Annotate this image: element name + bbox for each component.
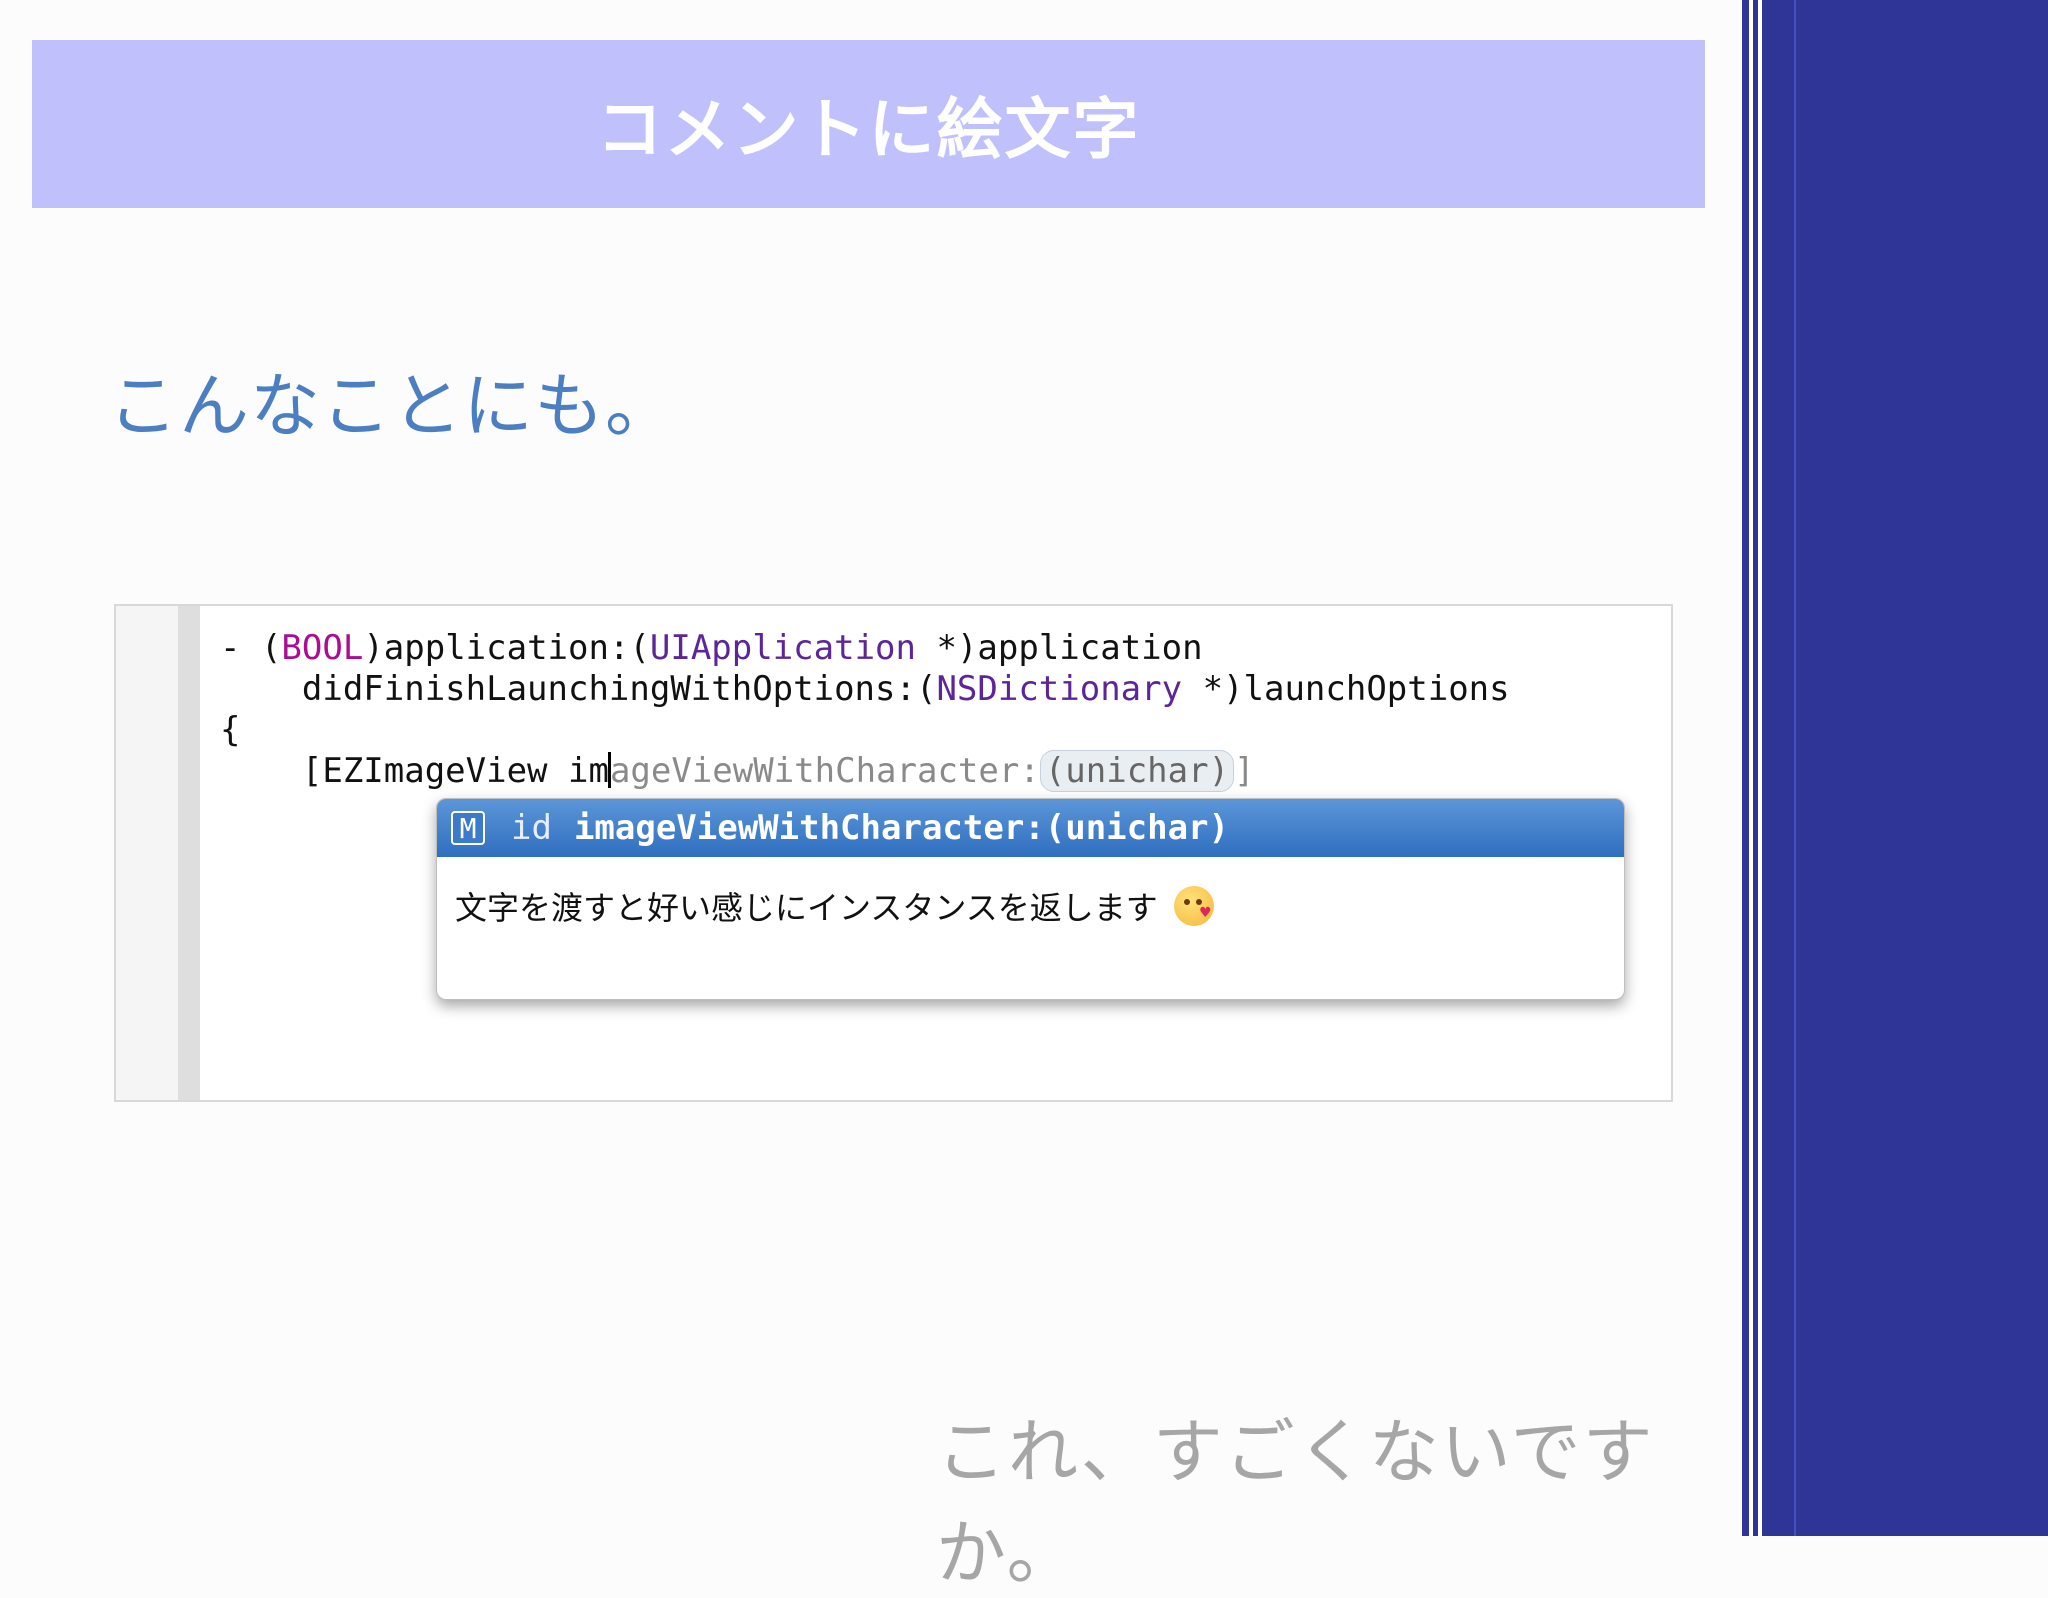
type-nsdictionary: NSDictionary bbox=[936, 669, 1183, 709]
description-text: 文字を渡すと好い感じにインスタンスを返します bbox=[455, 889, 1158, 927]
slide: コメントに絵文字 こんなことにも。 - (BOOL)application:(U… bbox=[0, 0, 1742, 1594]
code-line-4: [EZImageView imageViewWithCharacter: (uni… bbox=[220, 750, 1255, 792]
method-signature: imageViewWithCharacter:(unichar) bbox=[573, 808, 1229, 848]
sidebar-stripe bbox=[1753, 0, 1758, 1536]
code-line-1: - (BOOL)application:(UIApplication *)app… bbox=[220, 628, 1203, 668]
sidebar-band bbox=[1762, 0, 2048, 1536]
editor-gutter-ribbon bbox=[178, 606, 200, 1100]
argument-placeholder[interactable]: (unichar) bbox=[1039, 750, 1235, 792]
return-type: id bbox=[511, 808, 552, 848]
slide-subtitle: こんなことにも。 bbox=[108, 365, 676, 447]
type-uiapplication: UIApplication bbox=[649, 628, 916, 668]
autocomplete-popup: M id imageViewWithCharacter:(unichar) 文字… bbox=[436, 798, 1625, 1000]
sidebar-inner-line bbox=[1794, 0, 1796, 1536]
autocomplete-description: 文字を渡すと好い感じにインスタンスを返します ♥ bbox=[455, 883, 1214, 929]
slide-title: コメントに絵文字 bbox=[596, 91, 1141, 168]
keyword-bool: BOOL bbox=[281, 628, 364, 668]
method-icon: M bbox=[451, 811, 485, 845]
code-text[interactable]: - (BOOL)application:(UIApplication *)app… bbox=[220, 628, 1510, 792]
title-bar: コメントに絵文字 bbox=[32, 40, 1705, 208]
code-line-2: didFinishLaunchingWithOptions:(NSDiction… bbox=[220, 669, 1510, 709]
editor-gutter bbox=[116, 606, 178, 1100]
code-line-3: { bbox=[220, 710, 241, 750]
sidebar-stripe bbox=[1742, 0, 1749, 1536]
inline-completion-hint: ageViewWithCharacter: bbox=[609, 751, 1040, 791]
slide-footer: これ、すごくないですか。 bbox=[936, 1411, 1655, 1594]
autocomplete-item-selected[interactable]: M id imageViewWithCharacter:(unichar) bbox=[437, 799, 1624, 857]
face-throwing-kiss-icon: ♥ bbox=[1173, 886, 1214, 926]
